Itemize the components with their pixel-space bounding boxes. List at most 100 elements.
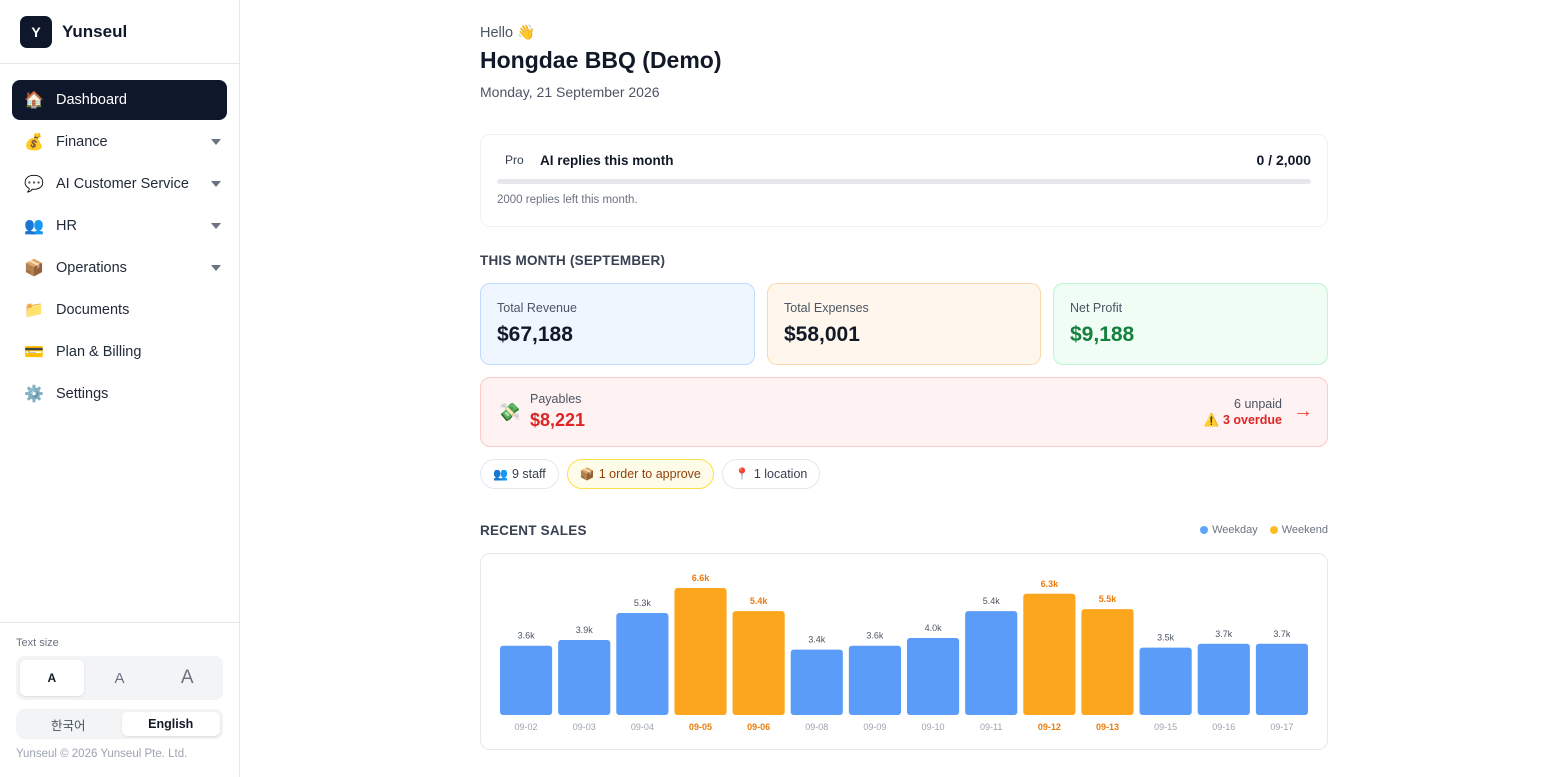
summary-chip[interactable]: 👥 9 staff xyxy=(480,459,559,489)
people-icon: 👥 xyxy=(24,218,44,235)
chart-bar[interactable] xyxy=(1081,609,1134,715)
chart-bar[interactable] xyxy=(558,639,611,715)
chevron-down-icon[interactable] xyxy=(211,223,221,229)
money-bag-icon: 💰 xyxy=(24,134,44,151)
chip-icon: 👥 xyxy=(493,467,508,481)
greeting: Hello 👋 xyxy=(480,25,536,41)
sidebar-item-hr[interactable]: 👥 HR xyxy=(12,206,227,246)
sidebar-item-label: Dashboard xyxy=(56,92,127,108)
sidebar-item-finance[interactable]: 💰 Finance xyxy=(12,122,227,162)
chart-bar[interactable] xyxy=(790,649,843,715)
chart-value-label: 5.5k xyxy=(1099,594,1118,604)
sidebar-nav: 🏠 Dashboard 💰 Finance 💬 AI Customer Service 👥 H… xyxy=(0,64,239,414)
chart-bar[interactable] xyxy=(616,613,669,715)
chart-value-label: 3.5k xyxy=(1157,633,1175,643)
legend-item-weekday: Weekday xyxy=(1200,524,1258,536)
text-size-large-button[interactable]: A xyxy=(155,660,219,696)
total-revenue-card[interactable]: Total Revenue $67,188 xyxy=(480,283,755,365)
kpi-value: $9,188 xyxy=(1070,323,1135,346)
text-size-selector: A A A xyxy=(16,656,223,700)
chart-value-label: 3.4k xyxy=(808,635,826,645)
text-size-medium-button[interactable]: A xyxy=(88,660,152,696)
chart-tick-label: 09-05 xyxy=(689,722,712,732)
language-korean-button[interactable]: 한국어 xyxy=(19,712,118,736)
kpi-label: Net Profit xyxy=(1070,301,1123,315)
kpi-label: Total Revenue xyxy=(497,301,577,315)
sidebar-item-operations[interactable]: 📦 Operations xyxy=(12,248,227,288)
sidebar-item-ai-customer-service[interactable]: 💬 AI Customer Service xyxy=(12,164,227,204)
summary-chip[interactable]: 📍 1 location xyxy=(721,459,821,489)
page-title: Hongdae BBQ (Demo) xyxy=(480,47,722,73)
chat-bubble-icon: 💬 xyxy=(24,176,44,193)
chart-tick-label: 09-04 xyxy=(631,722,654,732)
summary-chips: 👥 9 staff 📦 1 order to approve 📍 1 location xyxy=(480,459,821,489)
arrow-right-icon[interactable]: → xyxy=(1293,400,1313,423)
payables-label: Payables xyxy=(530,392,582,406)
package-icon: 📦 xyxy=(24,260,44,277)
chart-value-label: 6.3k xyxy=(1041,579,1060,589)
chevron-down-icon[interactable] xyxy=(211,265,221,271)
chart-bar[interactable] xyxy=(1023,593,1076,715)
language-selector: 한국어 English xyxy=(16,709,223,739)
chart-value-label: 5.3k xyxy=(634,598,652,608)
total-expenses-card[interactable]: Total Expenses $58,001 xyxy=(767,283,1041,365)
chart-bar[interactable] xyxy=(1139,647,1192,715)
brand-name[interactable]: Yunseul xyxy=(62,22,127,42)
money-wings-icon: 💸 xyxy=(498,402,521,422)
copyright-text: Yunseul © 2026 Yunseul Pte. Ltd. xyxy=(16,748,188,760)
sidebar-item-label: Settings xyxy=(56,386,109,402)
chart-bar[interactable] xyxy=(732,611,785,715)
chip-icon: 📍 xyxy=(734,467,750,481)
chart-bar[interactable] xyxy=(1255,643,1308,715)
sidebar-item-dashboard[interactable]: 🏠 Dashboard xyxy=(12,80,227,120)
chart-tick-label: 09-13 xyxy=(1096,722,1119,732)
chart-tick-label: 09-03 xyxy=(573,722,596,732)
chart-tick-label: 09-12 xyxy=(1038,722,1061,732)
chart-value-label: 5.4k xyxy=(750,596,769,606)
quota-count: 0 / 2,000 xyxy=(1256,152,1312,168)
chart-bar[interactable] xyxy=(1197,643,1250,715)
text-size-small-button[interactable]: A xyxy=(20,660,84,696)
chart-bar[interactable] xyxy=(500,645,553,715)
chart-tick-label: 09-06 xyxy=(747,722,770,732)
brand-logo[interactable]: Y xyxy=(20,15,52,48)
net-profit-card[interactable]: Net Profit $9,188 xyxy=(1053,283,1328,365)
chart-value-label: 3.6k xyxy=(866,631,884,641)
chart-value-label: 3.9k xyxy=(576,625,594,635)
chart-bar[interactable] xyxy=(848,645,901,715)
chart-bar[interactable] xyxy=(965,611,1018,715)
chip-label: 1 location xyxy=(753,467,808,481)
this-month-title: THIS MONTH (SEPTEMBER) xyxy=(480,253,666,268)
chevron-down-icon[interactable] xyxy=(211,181,221,187)
chart-tick-label: 09-16 xyxy=(1212,722,1235,732)
sidebar-item-settings[interactable]: ⚙️ Settings xyxy=(12,374,227,414)
ai-quota-card: Pro AI replies this month 0 / 2,000 2000… xyxy=(480,134,1328,227)
chart-tick-label: 09-11 xyxy=(980,722,1002,732)
payables-card[interactable]: 💸 Payables $8,221 6 unpaid ⚠️ 3 overdue … xyxy=(480,377,1328,447)
sidebar-item-plan-billing[interactable]: 💳 Plan & Billing xyxy=(12,332,227,372)
chart-bar[interactable] xyxy=(674,588,727,715)
chart-value-label: 3.7k xyxy=(1215,629,1233,639)
chart-value-label: 6.6k xyxy=(692,573,711,583)
sidebar-item-documents[interactable]: 📁 Documents xyxy=(12,290,227,330)
quota-title: AI replies this month xyxy=(540,153,674,168)
chart-tick-label: 09-10 xyxy=(922,722,945,732)
chart-bar[interactable] xyxy=(907,638,960,715)
brand-header: Y Yunseul xyxy=(0,0,239,64)
kpi-value: $67,188 xyxy=(497,323,573,346)
chart-value-label: 3.7k xyxy=(1273,629,1291,639)
plan-badge: Pro xyxy=(505,153,524,167)
folder-icon: 📁 xyxy=(24,302,44,319)
summary-chip[interactable]: 📦 1 order to approve xyxy=(566,459,714,489)
language-english-button[interactable]: English xyxy=(121,712,220,736)
kpi-value: $58,001 xyxy=(784,323,860,346)
current-date: Monday, 21 September 2026 xyxy=(480,84,660,100)
sidebar-item-label: Finance xyxy=(56,134,108,150)
chart-value-label: 3.6k xyxy=(518,631,536,641)
chart-tick-label: 09-08 xyxy=(805,722,828,732)
sidebar-item-label: Plan & Billing xyxy=(56,344,142,360)
recent-sales-title: RECENT SALES xyxy=(480,523,587,538)
unpaid-count: 6 unpaid xyxy=(1234,397,1282,411)
chevron-down-icon[interactable] xyxy=(211,139,221,145)
sidebar-footer: Text size A A A 한국어 English Yunseul © 20… xyxy=(0,622,239,777)
